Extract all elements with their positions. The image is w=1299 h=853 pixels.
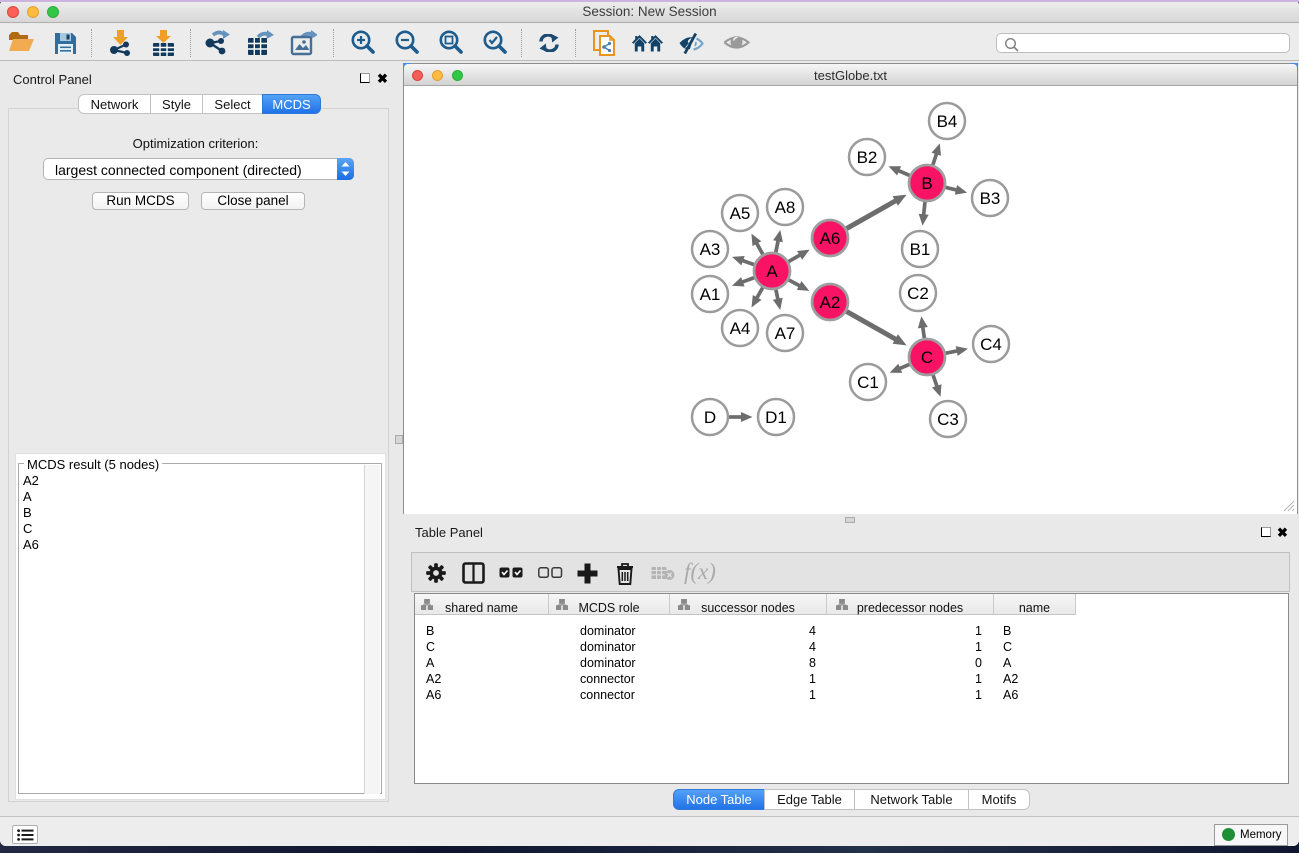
svg-text:A3: A3 (700, 240, 721, 259)
svg-text:B2: B2 (857, 148, 878, 167)
svg-text:C3: C3 (937, 410, 959, 429)
svg-text:A8: A8 (775, 198, 796, 217)
svg-text:D1: D1 (765, 408, 787, 427)
svg-text:B3: B3 (980, 189, 1001, 208)
svg-text:A7: A7 (775, 324, 796, 343)
svg-text:B: B (921, 174, 932, 193)
svg-text:C2: C2 (907, 284, 929, 303)
svg-text:A6: A6 (820, 229, 841, 248)
svg-text:B1: B1 (910, 240, 931, 259)
svg-text:C4: C4 (980, 335, 1002, 354)
svg-text:C: C (921, 348, 933, 367)
svg-text:B4: B4 (937, 112, 958, 131)
svg-text:A1: A1 (700, 285, 721, 304)
svg-text:A2: A2 (820, 293, 841, 312)
svg-text:A5: A5 (730, 204, 751, 223)
svg-text:C1: C1 (857, 373, 879, 392)
svg-text:A4: A4 (730, 319, 751, 338)
svg-text:D: D (704, 408, 716, 427)
svg-text:A: A (766, 262, 778, 281)
